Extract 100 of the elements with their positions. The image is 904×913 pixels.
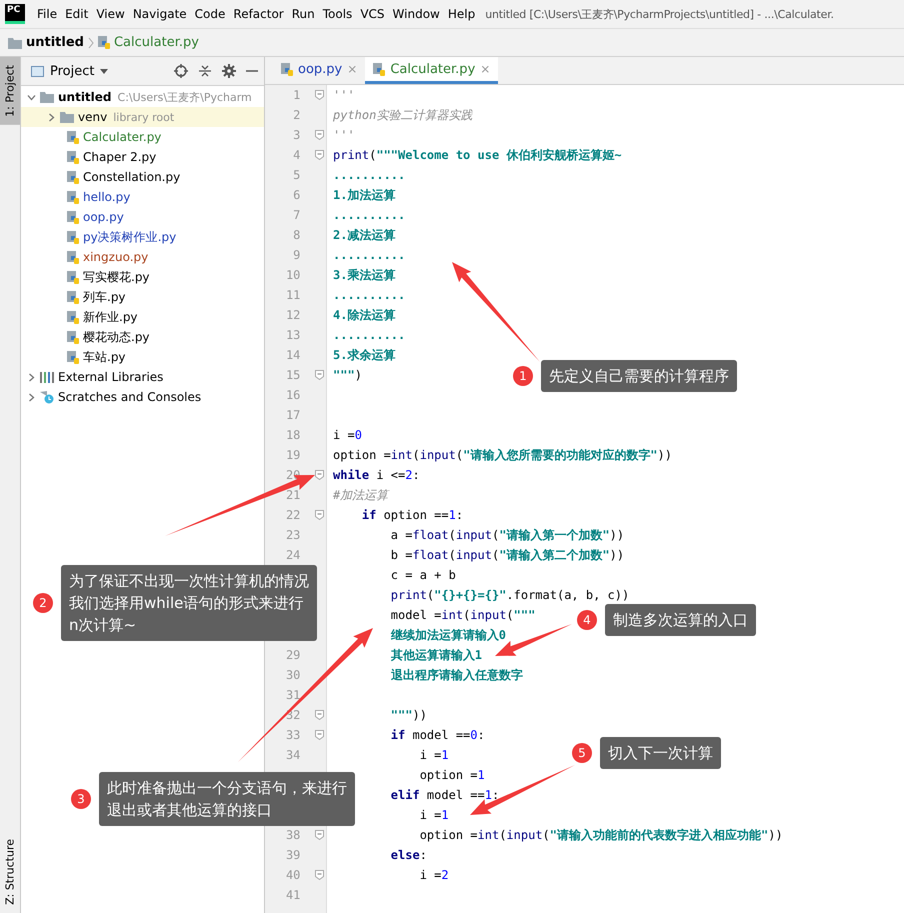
menu-item[interactable]: File — [33, 7, 62, 21]
code-line: i =1 — [418, 748, 449, 762]
line-number: 6 — [293, 188, 300, 202]
editor-tab[interactable]: Calculater.py × — [365, 57, 498, 84]
line-number: 39 — [286, 848, 300, 862]
fold-marker-icon[interactable] — [315, 710, 324, 720]
line-number: 30 — [286, 668, 300, 682]
tree-item-label: venv — [78, 110, 108, 124]
code-line: 3.乘法运算 — [333, 266, 396, 284]
tree-row[interactable]: py决策树作业.py — [21, 227, 264, 247]
fold-marker-icon[interactable] — [315, 510, 324, 520]
line-number: 15 — [286, 368, 300, 382]
tree-item-label: py决策树作业.py — [83, 228, 176, 246]
tree-row[interactable]: Scratches and Consoles — [21, 387, 264, 407]
code-line: """)) — [390, 708, 427, 722]
python-file-icon — [98, 36, 110, 49]
folder-icon — [8, 36, 22, 48]
panel-title[interactable]: Project — [50, 64, 94, 78]
fold-marker-icon[interactable] — [315, 730, 324, 740]
tree-row[interactable]: 写实樱花.py — [21, 267, 264, 287]
fold-marker-icon[interactable] — [315, 370, 324, 380]
chevron-icon — [88, 36, 94, 48]
menu-item[interactable]: Edit — [61, 7, 92, 21]
tree-item-label: 樱花动态.py — [83, 328, 150, 346]
menu-item[interactable]: Code — [190, 7, 230, 21]
tool-window-tab[interactable]: 1: Project — [0, 57, 20, 125]
app-logo: PC — [5, 4, 25, 24]
tree-row[interactable]: xingzuo.py — [21, 247, 264, 267]
breadcrumb-item[interactable]: untitled — [26, 35, 84, 50]
line-number: 23 — [286, 528, 300, 542]
tree-row[interactable]: 列车.py — [21, 287, 264, 307]
code-line: #加法运算 — [333, 486, 388, 504]
breadcrumb-item[interactable]: Calculater.py — [114, 35, 199, 50]
menu-item[interactable]: View — [92, 7, 129, 21]
menu-item[interactable]: VCS — [356, 7, 389, 21]
line-number: 38 — [286, 828, 300, 842]
library-icon — [40, 371, 54, 383]
tree-item-label: hello.py — [83, 190, 130, 204]
tree-row[interactable]: 车站.py — [21, 347, 264, 367]
line-number: 19 — [286, 448, 300, 462]
line-number: 41 — [286, 888, 300, 902]
tree-item-label: 写实樱花.py — [83, 268, 150, 286]
tree-row[interactable]: 樱花动态.py — [21, 327, 264, 347]
crosshair-icon[interactable] — [174, 64, 188, 78]
line-number: 17 — [286, 408, 300, 422]
tree-item-note: C:\Users\王麦齐\Pycharm — [118, 90, 252, 104]
code-line: 继续加法运算请输入0 — [390, 626, 506, 644]
code-line: option =int(input("请输入功能前的代表数字进入相应功能")) — [418, 826, 783, 844]
code-line: b =float(input("请输入第二个加数")) — [390, 546, 624, 564]
code-line: 其他运算请输入1 — [390, 646, 482, 664]
menu-item[interactable]: Navigate — [128, 7, 191, 21]
code-line: python实验二计算器实践 — [333, 106, 472, 124]
tree-row[interactable]: Chaper 2.py — [21, 147, 264, 167]
tree-row[interactable]: Calculater.py — [21, 127, 264, 147]
editor-tab[interactable]: oop.py × — [273, 57, 366, 84]
menu-item[interactable]: Refactor — [229, 7, 288, 21]
code-line: else: — [390, 848, 427, 862]
python-file-icon — [67, 130, 79, 144]
dropdown-caret-icon[interactable] — [100, 68, 108, 74]
code-line: 4.除法运算 — [333, 306, 396, 324]
line-number: 2 — [293, 108, 300, 122]
line-number: 11 — [286, 288, 300, 302]
fold-marker-icon[interactable] — [315, 90, 324, 100]
fold-marker-icon[interactable] — [315, 830, 324, 840]
python-file-icon — [67, 190, 79, 204]
menu-item[interactable]: Tools — [318, 7, 356, 21]
menu-item[interactable]: Window — [388, 7, 444, 21]
callout-text: 制造多次运算的入口 — [605, 604, 756, 636]
callout-number: 4 — [577, 610, 597, 630]
python-file-icon — [373, 62, 386, 76]
tree-row[interactable]: External Libraries — [21, 367, 264, 387]
code-line: if option ==1: — [360, 508, 464, 522]
line-number: 40 — [286, 868, 300, 882]
menu-item[interactable]: Help — [444, 7, 480, 21]
tree-row[interactable]: untitled C:\Users\王麦齐\Pycharm — [21, 87, 264, 107]
settings-icon[interactable] — [222, 64, 236, 78]
line-number: 34 — [286, 748, 300, 762]
code-line: .......... — [333, 208, 406, 222]
tree-row[interactable]: oop.py — [21, 207, 264, 227]
python-file-icon — [67, 170, 79, 184]
tree-item-label: untitled — [58, 90, 112, 104]
fold-marker-icon[interactable] — [315, 470, 324, 480]
callout-text: 为了保证不出现一次性计算机的情况 我们选择用while语句的形式来进行 n次计算~ — [61, 565, 317, 641]
tree-row[interactable]: Constellation.py — [21, 167, 264, 187]
tree-item-label: Constellation.py — [83, 170, 180, 184]
tree-row[interactable]: venv library root — [21, 107, 264, 127]
fold-marker-icon[interactable] — [315, 870, 324, 880]
tool-window-tab[interactable]: Z: Structure — [0, 831, 20, 913]
collapse-icon[interactable] — [198, 64, 212, 78]
fold-marker-icon[interactable] — [315, 150, 324, 160]
code-line: if model ==0: — [390, 728, 485, 742]
fold-marker-icon[interactable] — [315, 130, 324, 140]
python-file-icon — [67, 330, 79, 344]
code-line: i =0 — [333, 428, 362, 442]
tree-row[interactable]: hello.py — [21, 187, 264, 207]
code-line: 1.加法运算 — [333, 186, 396, 204]
code-line: option =1 — [418, 768, 485, 782]
callout-number: 1 — [513, 366, 533, 386]
tree-row[interactable]: 新作业.py — [21, 307, 264, 327]
menu-item[interactable]: Run — [288, 7, 319, 21]
